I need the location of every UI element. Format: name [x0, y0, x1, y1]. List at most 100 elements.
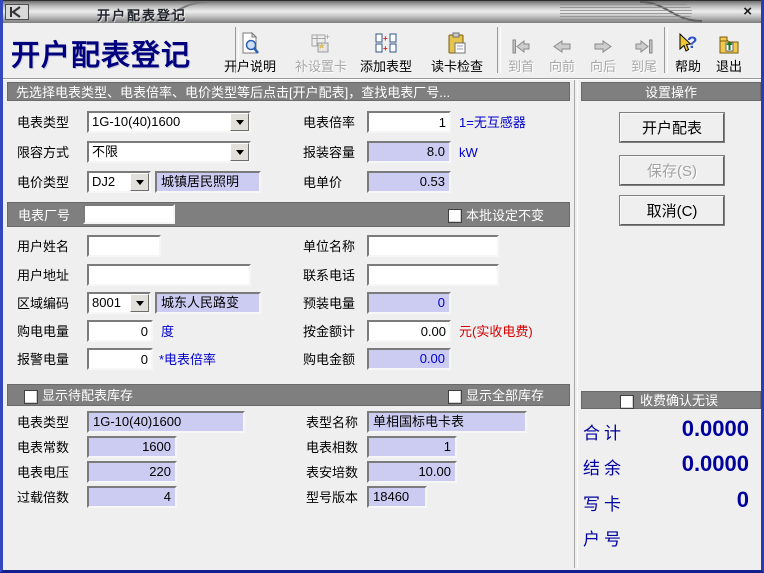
show-pending-stock-checkbox[interactable]: [24, 390, 38, 404]
open-instructions-button[interactable]: 开户说明: [212, 27, 288, 75]
buy-qty-input[interactable]: [87, 320, 153, 342]
toolbar: 开户配表登记 开户说明 +* 补设置卡 ++ 添加表型 读卡检查: [3, 23, 761, 79]
svg-text:+: +: [383, 34, 388, 43]
toolbar-button-label: 帮助: [675, 56, 701, 75]
toolbar-separator: [664, 27, 668, 73]
copy-docs-icon: ++: [374, 31, 398, 55]
show-all-stock-checkbox[interactable]: [448, 390, 462, 404]
info-model-label: 表型名称: [306, 412, 358, 434]
read-card-check-button[interactable]: 读卡检查: [420, 27, 494, 75]
toolbar-button-label: 读卡检查: [431, 56, 483, 75]
close-button[interactable]: ×: [743, 3, 752, 20]
unit-price-field: 0.53: [367, 171, 451, 193]
go-next-button: 向后: [585, 27, 621, 75]
region-desc: 城东人民路变: [155, 292, 261, 314]
alarm-qty-hint: *电表倍率: [159, 349, 216, 371]
arrow-last-icon: [633, 31, 655, 55]
app-window: 开户配表登记 × 开户配表登记 开户说明 +* 补设置卡 ++ 添加表型: [0, 0, 764, 573]
fee-confirm-bar: 收费确认无误: [581, 391, 761, 409]
info-phase-field: 1: [367, 436, 457, 458]
region-combo[interactable]: 8001: [87, 292, 151, 314]
balance-value: 0.0000: [682, 451, 749, 477]
info-type-field: 1G-10(40)1600: [87, 411, 245, 433]
factory-no-input[interactable]: [83, 204, 175, 224]
limit-mode-label: 限容方式: [17, 142, 69, 164]
combo-value: DJ2: [92, 173, 115, 191]
by-amount-hint: 元(实收电费): [459, 321, 533, 343]
ratio-input[interactable]: [367, 111, 451, 133]
toolbar-button-label: 到尾: [631, 56, 657, 75]
exit-folder-icon: [718, 31, 740, 55]
toolbar-button-label: 向前: [549, 56, 575, 75]
capacity-unit: kW: [459, 142, 478, 164]
card-asterisk-icon: +*: [310, 31, 333, 55]
toolbar-button-label: 补设置卡: [295, 56, 347, 75]
alarm-qty-input[interactable]: [87, 348, 153, 370]
summary-account-row: 户号: [581, 522, 757, 550]
info-overload-label: 过载倍数: [17, 487, 69, 509]
balance-label: 结余: [583, 454, 625, 479]
window-title: 开户配表登记: [97, 5, 187, 24]
meter-type-label: 电表类型: [17, 112, 69, 134]
ratio-label: 电表倍率: [303, 112, 355, 134]
info-constant-label: 电表常数: [17, 437, 69, 459]
chevron-down-icon[interactable]: [130, 173, 149, 191]
info-voltage-field: 220: [87, 461, 177, 483]
actions-panel-header: 设置操作: [581, 82, 761, 101]
svg-text:+: +: [383, 44, 388, 53]
by-amount-input[interactable]: [367, 320, 451, 342]
write-card-value: 0: [737, 487, 749, 513]
help-button[interactable]: ? 帮助: [669, 27, 707, 75]
toolbar-separator: [497, 27, 501, 73]
cancel-button[interactable]: 取消(C): [620, 196, 724, 225]
capacity-field: 8.0: [367, 141, 451, 163]
save-button: 保存(S): [620, 156, 724, 185]
svg-text:+: +: [325, 32, 330, 42]
total-value: 0.0000: [682, 416, 749, 442]
toolbar-button-label: 到首: [508, 56, 534, 75]
preset-qty-label: 预装电量: [303, 293, 355, 315]
go-first-button: 到首: [503, 27, 539, 75]
ratio-hint: 1=无互感器: [459, 112, 526, 134]
capacity-label: 报装容量: [303, 142, 355, 164]
summary-write-card-row: 写卡 0: [581, 487, 757, 515]
price-type-combo[interactable]: DJ2: [87, 171, 151, 193]
chevron-down-icon[interactable]: [130, 294, 149, 312]
buy-amount-field: 0.00: [367, 348, 451, 370]
info-type-label: 电表类型: [17, 412, 69, 434]
add-meter-type-button[interactable]: ++ 添加表型: [354, 27, 418, 75]
fee-confirm-label: 收费确认无误: [640, 392, 718, 410]
open-account-button[interactable]: 开户配表: [620, 113, 724, 142]
instruction-bar: 先选择电表类型、电表倍率、电价类型等后点击[开户配表]，查找电表厂号...: [7, 82, 570, 101]
exit-button[interactable]: 退出: [710, 27, 748, 75]
meter-type-combo[interactable]: 1G-10(40)1600: [87, 111, 251, 133]
alarm-qty-label: 报警电量: [17, 349, 69, 371]
chevron-down-icon[interactable]: [230, 143, 249, 161]
address-input[interactable]: [87, 264, 251, 286]
region-label: 区域编码: [17, 293, 69, 315]
window-logo-icon: [5, 4, 29, 20]
go-last-button: 到尾: [626, 27, 662, 75]
info-overload-field: 4: [87, 486, 177, 508]
fee-confirm-checkbox[interactable]: [620, 395, 634, 409]
title-bar: 开户配表登记 ×: [0, 0, 764, 23]
toolbar-button-label: 添加表型: [360, 56, 412, 75]
supplement-card-button: +* 补设置卡: [290, 27, 352, 75]
unit-price-label: 电单价: [303, 172, 342, 194]
help-cursor-icon: ?: [676, 31, 700, 55]
go-prev-button: 向前: [544, 27, 580, 75]
arrow-left-icon: [551, 31, 573, 55]
user-name-input[interactable]: [87, 235, 161, 257]
limit-mode-combo[interactable]: 不限: [87, 141, 251, 163]
summary-balance-row: 结余 0.0000: [581, 451, 757, 479]
batch-fixed-checkbox[interactable]: [448, 209, 462, 223]
account-label: 户号: [583, 525, 625, 550]
arrow-first-icon: [510, 31, 532, 55]
chevron-down-icon[interactable]: [230, 113, 249, 131]
total-label: 合计: [583, 419, 625, 444]
info-voltage-label: 电表电压: [17, 462, 69, 484]
phone-input[interactable]: [367, 264, 499, 286]
clipboard-icon: [446, 31, 468, 55]
org-name-input[interactable]: [367, 235, 499, 257]
price-type-label: 电价类型: [17, 172, 69, 194]
